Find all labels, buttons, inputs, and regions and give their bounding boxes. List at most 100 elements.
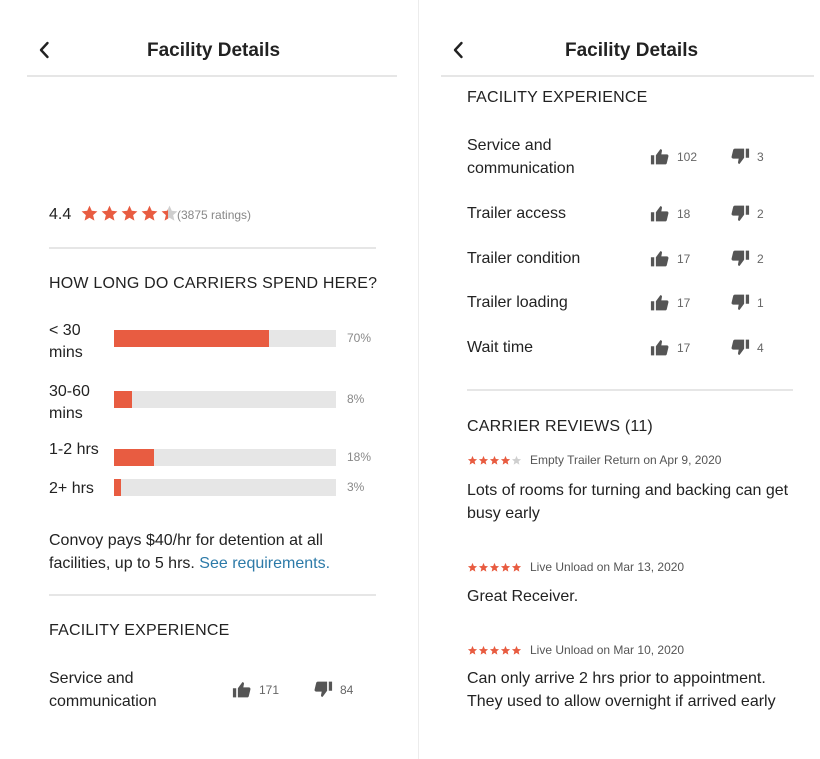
duration-percent: 18% — [347, 450, 372, 464]
review-load-date: Live Unload on Mar 13, 2020 — [530, 560, 685, 574]
thumbs-down-icon — [731, 205, 750, 221]
review-stars — [467, 455, 522, 466]
thumbs-up-icon — [232, 682, 251, 698]
thumbs-up-count: 17 — [650, 338, 690, 357]
see-requirements-link[interactable]: See requirements. — [199, 555, 330, 572]
star-icon — [467, 562, 478, 572]
vote-count: 17 — [677, 295, 691, 310]
duration-heading: HOW LONG DO CARRIERS SPEND HERE? — [49, 275, 378, 292]
review-load-date: Live Unload on Mar 10, 2020 — [530, 643, 685, 657]
detention-note: Convoy pays $40/hr for detention at all … — [49, 529, 359, 575]
star-icon — [467, 645, 478, 655]
rating-stars — [80, 204, 180, 223]
thumbs-up-count: 17 — [650, 249, 690, 268]
vote-count: 4 — [757, 340, 764, 355]
experience-label: Service and communication — [467, 137, 575, 177]
duration-bar-fill — [114, 330, 270, 347]
facility-experience-heading: FACILITY EXPERIENCE — [49, 622, 230, 639]
duration-percent: 8% — [347, 392, 365, 406]
facility-details-screen-left — [0, 0, 418, 759]
experience-label: Trailer access — [467, 205, 566, 222]
thumbs-up-count: 171 — [232, 680, 279, 699]
thumbs-down-count: 2 — [730, 204, 764, 223]
review-text: Can only arrive 2 hrs prior to appointme… — [467, 670, 776, 710]
vote-count: 171 — [259, 682, 280, 697]
thumbs-up-icon — [650, 251, 669, 267]
facility-experience-heading: FACILITY EXPERIENCE — [467, 89, 648, 106]
vote-count: 102 — [677, 149, 698, 164]
duration-label: 2+ hrs — [49, 480, 94, 497]
experience-label: Trailer loading — [467, 294, 568, 311]
chevron-left-icon — [453, 41, 463, 59]
review-stars — [467, 645, 522, 656]
duration-bar-fill — [114, 449, 154, 466]
thumbs-up-count: 18 — [650, 204, 690, 223]
star-icon — [500, 645, 511, 655]
vote-count: 17 — [677, 340, 691, 355]
section-divider — [467, 389, 793, 391]
thumbs-down-count: 3 — [730, 147, 764, 166]
duration-percent: 3% — [347, 480, 365, 494]
thumbs-down-icon — [731, 250, 750, 266]
thumbs-up-icon — [650, 149, 669, 165]
thumbs-down-count: 2 — [730, 249, 764, 268]
chevron-left-icon — [39, 41, 49, 59]
duration-label: 30-60 mins — [49, 383, 90, 422]
duration-bar-track — [114, 479, 336, 496]
duration-bar-fill — [114, 391, 132, 408]
star-icon — [478, 562, 489, 572]
review-meta: Live Unload on Mar 13, 2020 — [467, 560, 684, 574]
back-button[interactable] — [447, 38, 471, 62]
vote-count: 84 — [340, 682, 354, 697]
star-icon — [511, 562, 522, 572]
thumbs-up-icon — [650, 340, 669, 356]
vote-count: 18 — [677, 206, 691, 221]
star-icon — [478, 455, 489, 465]
thumbs-down-icon — [731, 148, 750, 164]
review-text: Great Receiver. — [467, 588, 579, 605]
experience-label: Wait time — [467, 339, 534, 356]
experience-label: Trailer condition — [467, 250, 581, 267]
star-icon — [81, 205, 98, 221]
thumbs-down-count: 1 — [730, 293, 764, 312]
vote-count: 1 — [757, 295, 764, 310]
thumbs-down-icon — [314, 681, 333, 697]
star-icon — [511, 455, 522, 465]
review-meta: Empty Trailer Return on Apr 9, 2020 — [467, 453, 721, 467]
thumbs-up-icon — [650, 295, 669, 311]
review-load-date: Empty Trailer Return on Apr 9, 2020 — [530, 453, 722, 467]
review-meta: Live Unload on Mar 10, 2020 — [467, 643, 684, 657]
header-divider — [27, 75, 397, 77]
star-icon — [467, 455, 478, 465]
vote-count: 2 — [757, 206, 764, 221]
review-stars — [467, 562, 522, 573]
duration-bar-track — [114, 330, 336, 347]
thumbs-down-count: 4 — [730, 338, 764, 357]
star-icon — [500, 562, 511, 572]
star-icon — [489, 455, 500, 465]
section-divider — [49, 247, 376, 249]
rating-count: (3875 ratings) — [177, 208, 252, 222]
rating-value: 4.4 — [49, 206, 72, 223]
back-button[interactable] — [33, 38, 57, 62]
star-icon — [101, 205, 118, 221]
duration-bar-track — [114, 391, 336, 408]
star-icon — [500, 455, 511, 465]
star-icon — [489, 562, 500, 572]
star-icon — [489, 645, 500, 655]
duration-bar-track — [114, 449, 336, 466]
thumbs-up-count: 102 — [650, 147, 697, 166]
star-icon — [511, 645, 522, 655]
carrier-reviews-heading: CARRIER REVIEWS (11) — [467, 418, 653, 435]
thumbs-down-icon — [731, 294, 750, 310]
thumbs-up-count: 17 — [650, 293, 690, 312]
vote-count: 2 — [757, 251, 764, 266]
thumbs-down-icon — [731, 339, 750, 355]
header-divider — [441, 75, 814, 77]
page-title: Facility Details — [565, 40, 699, 61]
experience-label: Service and communication — [49, 670, 157, 710]
duration-label: < 30 mins — [49, 322, 83, 361]
thumbs-up-icon — [650, 206, 669, 222]
vote-count: 3 — [757, 149, 764, 164]
section-divider — [49, 594, 376, 596]
